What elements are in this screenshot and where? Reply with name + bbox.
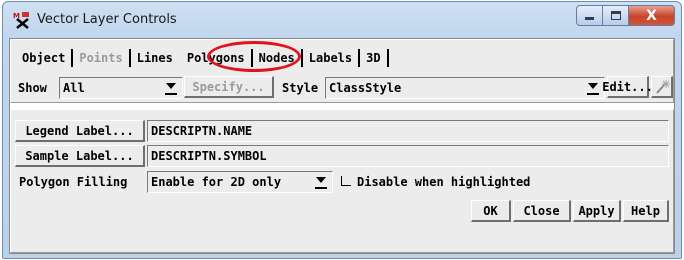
checkbox-icon[interactable] (341, 176, 351, 186)
polygons-settings-panel: Legend Label... DESCRIPTN.NAME Sample La… (10, 109, 674, 253)
tab-labels[interactable]: Labels (303, 46, 358, 70)
polygon-filling-dropdown[interactable]: Enable for 2D only (147, 171, 333, 193)
close-window-button[interactable]: X (629, 5, 675, 26)
polygon-filling-value: Enable for 2D only (151, 175, 282, 189)
legend-label-value: DESCRIPTN.NAME (151, 124, 253, 138)
tab-divider (386, 49, 389, 67)
style-label: Style (282, 81, 319, 95)
tab-panel: Object Points Lines Polygons Nodes Label… (10, 39, 674, 103)
title-bar[interactable]: M Vector Layer Controls X (3, 2, 681, 38)
sample-label-button[interactable]: Sample Label... (15, 145, 145, 167)
show-label: Show (18, 81, 47, 95)
tab-3d[interactable]: 3D (360, 46, 386, 70)
sample-label-field[interactable]: DESCRIPTN.SYMBOL (147, 145, 669, 167)
dropdown-arrow-icon[interactable] (313, 174, 329, 190)
tab-object[interactable]: Object (16, 46, 71, 70)
caption-buttons: X (576, 5, 675, 26)
maximize-icon (610, 11, 621, 20)
apply-button[interactable]: Apply (573, 200, 621, 222)
edit-style-button[interactable]: Edit... (602, 76, 653, 98)
specify-button[interactable]: Specify... (184, 76, 274, 98)
show-dropdown-value: All (63, 81, 85, 95)
legend-label-button[interactable]: Legend Label... (15, 120, 145, 142)
show-dropdown[interactable]: All (59, 77, 183, 99)
app-icon: M (13, 12, 29, 29)
vector-layer-controls-window: M Vector Layer Controls X Object Points (2, 1, 682, 259)
window-title: Vector Layer Controls (37, 12, 177, 27)
close-icon: X (646, 7, 657, 24)
ok-button[interactable]: OK (471, 200, 511, 222)
polygon-filling-label: Polygon Filling (19, 175, 128, 189)
disable-when-highlighted-label[interactable]: Disable when highlighted (357, 175, 530, 189)
help-button[interactable]: Help (623, 200, 669, 222)
style-dropdown-value: ClassStyle (329, 81, 402, 95)
dropdown-arrow-icon[interactable] (585, 80, 601, 96)
sample-label-value: DESCRIPTN.SYMBOL (151, 149, 267, 163)
polygons-tab-highlight-ring (207, 41, 301, 72)
svg-text:M: M (13, 12, 20, 20)
minimize-icon (585, 17, 594, 20)
tab-bar: Object Points Lines Polygons Nodes Label… (16, 46, 389, 70)
minimize-button[interactable] (576, 5, 603, 26)
tab-lines[interactable]: Lines (131, 46, 179, 70)
maximize-button[interactable] (603, 5, 629, 26)
close-button[interactable]: Close (513, 200, 571, 222)
tab-points[interactable]: Points (73, 46, 128, 70)
style-dropdown[interactable]: ClassStyle (325, 77, 605, 99)
dropdown-arrow-icon[interactable] (163, 80, 179, 96)
dialog-client-area: Object Points Lines Polygons Nodes Label… (9, 38, 675, 254)
style-wand-icon (655, 79, 670, 94)
legend-label-field[interactable]: DESCRIPTN.NAME (147, 120, 669, 142)
style-wand-button[interactable] (651, 76, 673, 98)
